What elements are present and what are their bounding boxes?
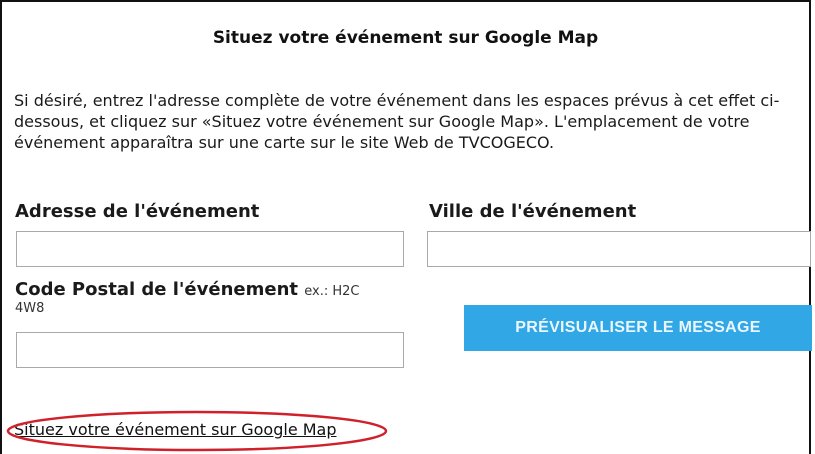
- address-input[interactable]: [16, 231, 404, 267]
- city-input[interactable]: [427, 231, 811, 267]
- postal-code-label: Code Postal de l'événement ex.: H2C: [15, 279, 360, 300]
- address-label: Adresse de l'événement: [15, 201, 260, 222]
- postal-code-hint-continued: 4W8: [15, 301, 45, 316]
- section-title: Situez votre événement sur Google Map: [212, 28, 599, 48]
- postal-code-hint: ex.: H2C: [304, 284, 360, 299]
- preview-message-button[interactable]: PRÉVISUALISER LE MESSAGE: [464, 305, 812, 351]
- locate-on-google-map-link[interactable]: Situez votre événement sur Google Map: [14, 420, 337, 439]
- instructions-text: Si désiré, entrez l'adresse complète de …: [14, 91, 780, 152]
- postal-code-label-text: Code Postal de l'événement: [15, 279, 298, 300]
- postal-code-input[interactable]: [16, 332, 404, 368]
- event-location-panel: Situez votre événement sur Google Map Si…: [0, 0, 812, 454]
- city-label: Ville de l'événement: [429, 201, 637, 222]
